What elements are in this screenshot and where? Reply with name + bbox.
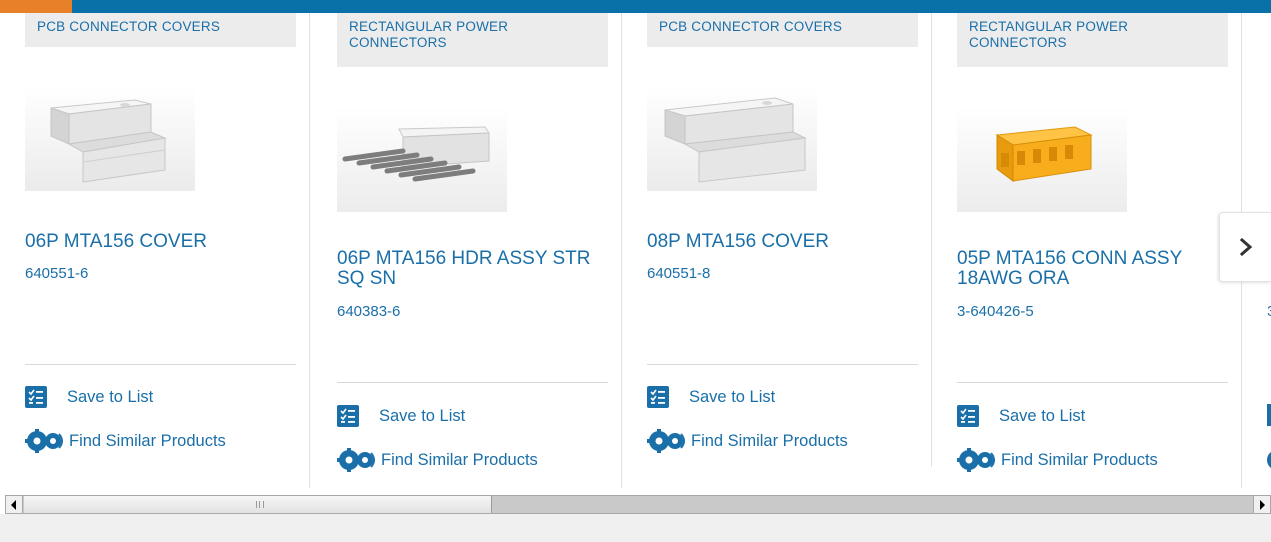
part-number-link[interactable]: 3	[1267, 303, 1271, 321]
part-number-link[interactable]: 640551-8	[647, 265, 710, 283]
arrow-left-icon	[11, 499, 16, 510]
product-image[interactable]	[957, 107, 1127, 212]
card-divider	[647, 364, 918, 365]
product-card: RECTANGULAR POWER CONNECTORS 05P MTA156 …	[932, 13, 1242, 488]
part-number-link[interactable]: 3-640426-5	[957, 303, 1034, 321]
product-name-link[interactable]: 05P MTA156 CONN ASSY 18AWG ORA	[957, 249, 1217, 289]
orange-accent-strip	[0, 0, 72, 13]
product-image[interactable]	[647, 86, 817, 191]
category-badge[interactable]: PCB CONNECTOR COVERS	[25, 13, 296, 47]
part-number-link[interactable]: 640383-6	[337, 303, 400, 321]
part-number-link[interactable]: 640551-6	[25, 265, 88, 283]
product-image[interactable]	[25, 86, 195, 191]
scrollbar-grip	[256, 501, 264, 508]
gears-icon	[647, 429, 685, 453]
card-separator	[309, 13, 310, 488]
save-to-list-label: Save to List	[379, 406, 466, 425]
category-badge[interactable]: PCB CONNECTOR COVERS	[647, 13, 918, 47]
product-image[interactable]	[337, 107, 507, 212]
save-to-list-button[interactable]: Save to List	[25, 385, 153, 409]
gears-icon	[337, 448, 375, 472]
gears-icon	[957, 448, 995, 472]
save-to-list-label: Save to List	[689, 387, 776, 406]
scroll-right-button[interactable]	[1253, 496, 1270, 513]
find-similar-button[interactable]: Find Similar Products	[957, 448, 1158, 472]
save-to-list-button[interactable]: Save to List	[647, 385, 775, 409]
chevron-right-icon	[1239, 238, 1252, 256]
find-similar-button[interactable]: Find Similar Products	[25, 429, 226, 453]
product-card: PCB CONNECTOR COVERS 08P MTA156 COVER 64…	[622, 13, 932, 488]
category-badge[interactable]: RECTANGULAR POWER CONNECTORS	[957, 13, 1228, 67]
checklist-icon	[337, 405, 359, 427]
card-divider	[337, 382, 608, 383]
card-divider	[957, 382, 1228, 383]
scrollbar-thumb[interactable]	[24, 496, 492, 513]
product-name-link[interactable]: 06P MTA156 HDR ASSY STR SQ SN	[337, 249, 597, 289]
checklist-icon	[647, 386, 669, 408]
checklist-icon	[957, 405, 979, 427]
find-similar-button[interactable]: Find Similar Products	[647, 429, 848, 453]
checklist-icon	[25, 386, 47, 408]
save-to-list-button[interactable]: Save to List	[957, 404, 1085, 428]
product-carousel: PCB CONNECTOR COVERS 06P MTA156 COVER 64…	[0, 13, 1271, 488]
horizontal-scrollbar[interactable]	[5, 495, 1271, 514]
save-to-list-label: Save to List	[67, 387, 154, 406]
product-name-link[interactable]: 06P MTA156 COVER	[25, 232, 285, 252]
product-card: RECTANGULAR POWER CONNECTORS 06P MTA156 …	[312, 13, 622, 488]
find-similar-label: Find Similar Products	[69, 431, 226, 450]
carousel-next-button[interactable]	[1219, 212, 1271, 282]
scroll-left-button[interactable]	[6, 496, 23, 513]
find-similar-label: Find Similar Products	[381, 450, 538, 469]
gears-icon[interactable]	[1267, 450, 1271, 470]
card-divider	[25, 364, 296, 365]
save-to-list-label: Save to List	[999, 406, 1086, 425]
find-similar-button[interactable]: Find Similar Products	[337, 448, 538, 472]
find-similar-label: Find Similar Products	[1001, 450, 1158, 469]
find-similar-label: Find Similar Products	[691, 431, 848, 450]
product-name-link[interactable]: 08P MTA156 COVER	[647, 232, 907, 252]
product-card: PCB CONNECTOR COVERS 06P MTA156 COVER 64…	[0, 13, 310, 488]
checklist-icon[interactable]	[1267, 404, 1271, 426]
gears-icon	[25, 429, 63, 453]
arrow-right-icon	[1260, 499, 1265, 510]
top-accent-bar	[0, 0, 1271, 13]
page-footer-background	[0, 514, 1271, 542]
save-to-list-button[interactable]: Save to List	[337, 404, 465, 428]
category-badge[interactable]: RECTANGULAR POWER CONNECTORS	[337, 13, 608, 67]
